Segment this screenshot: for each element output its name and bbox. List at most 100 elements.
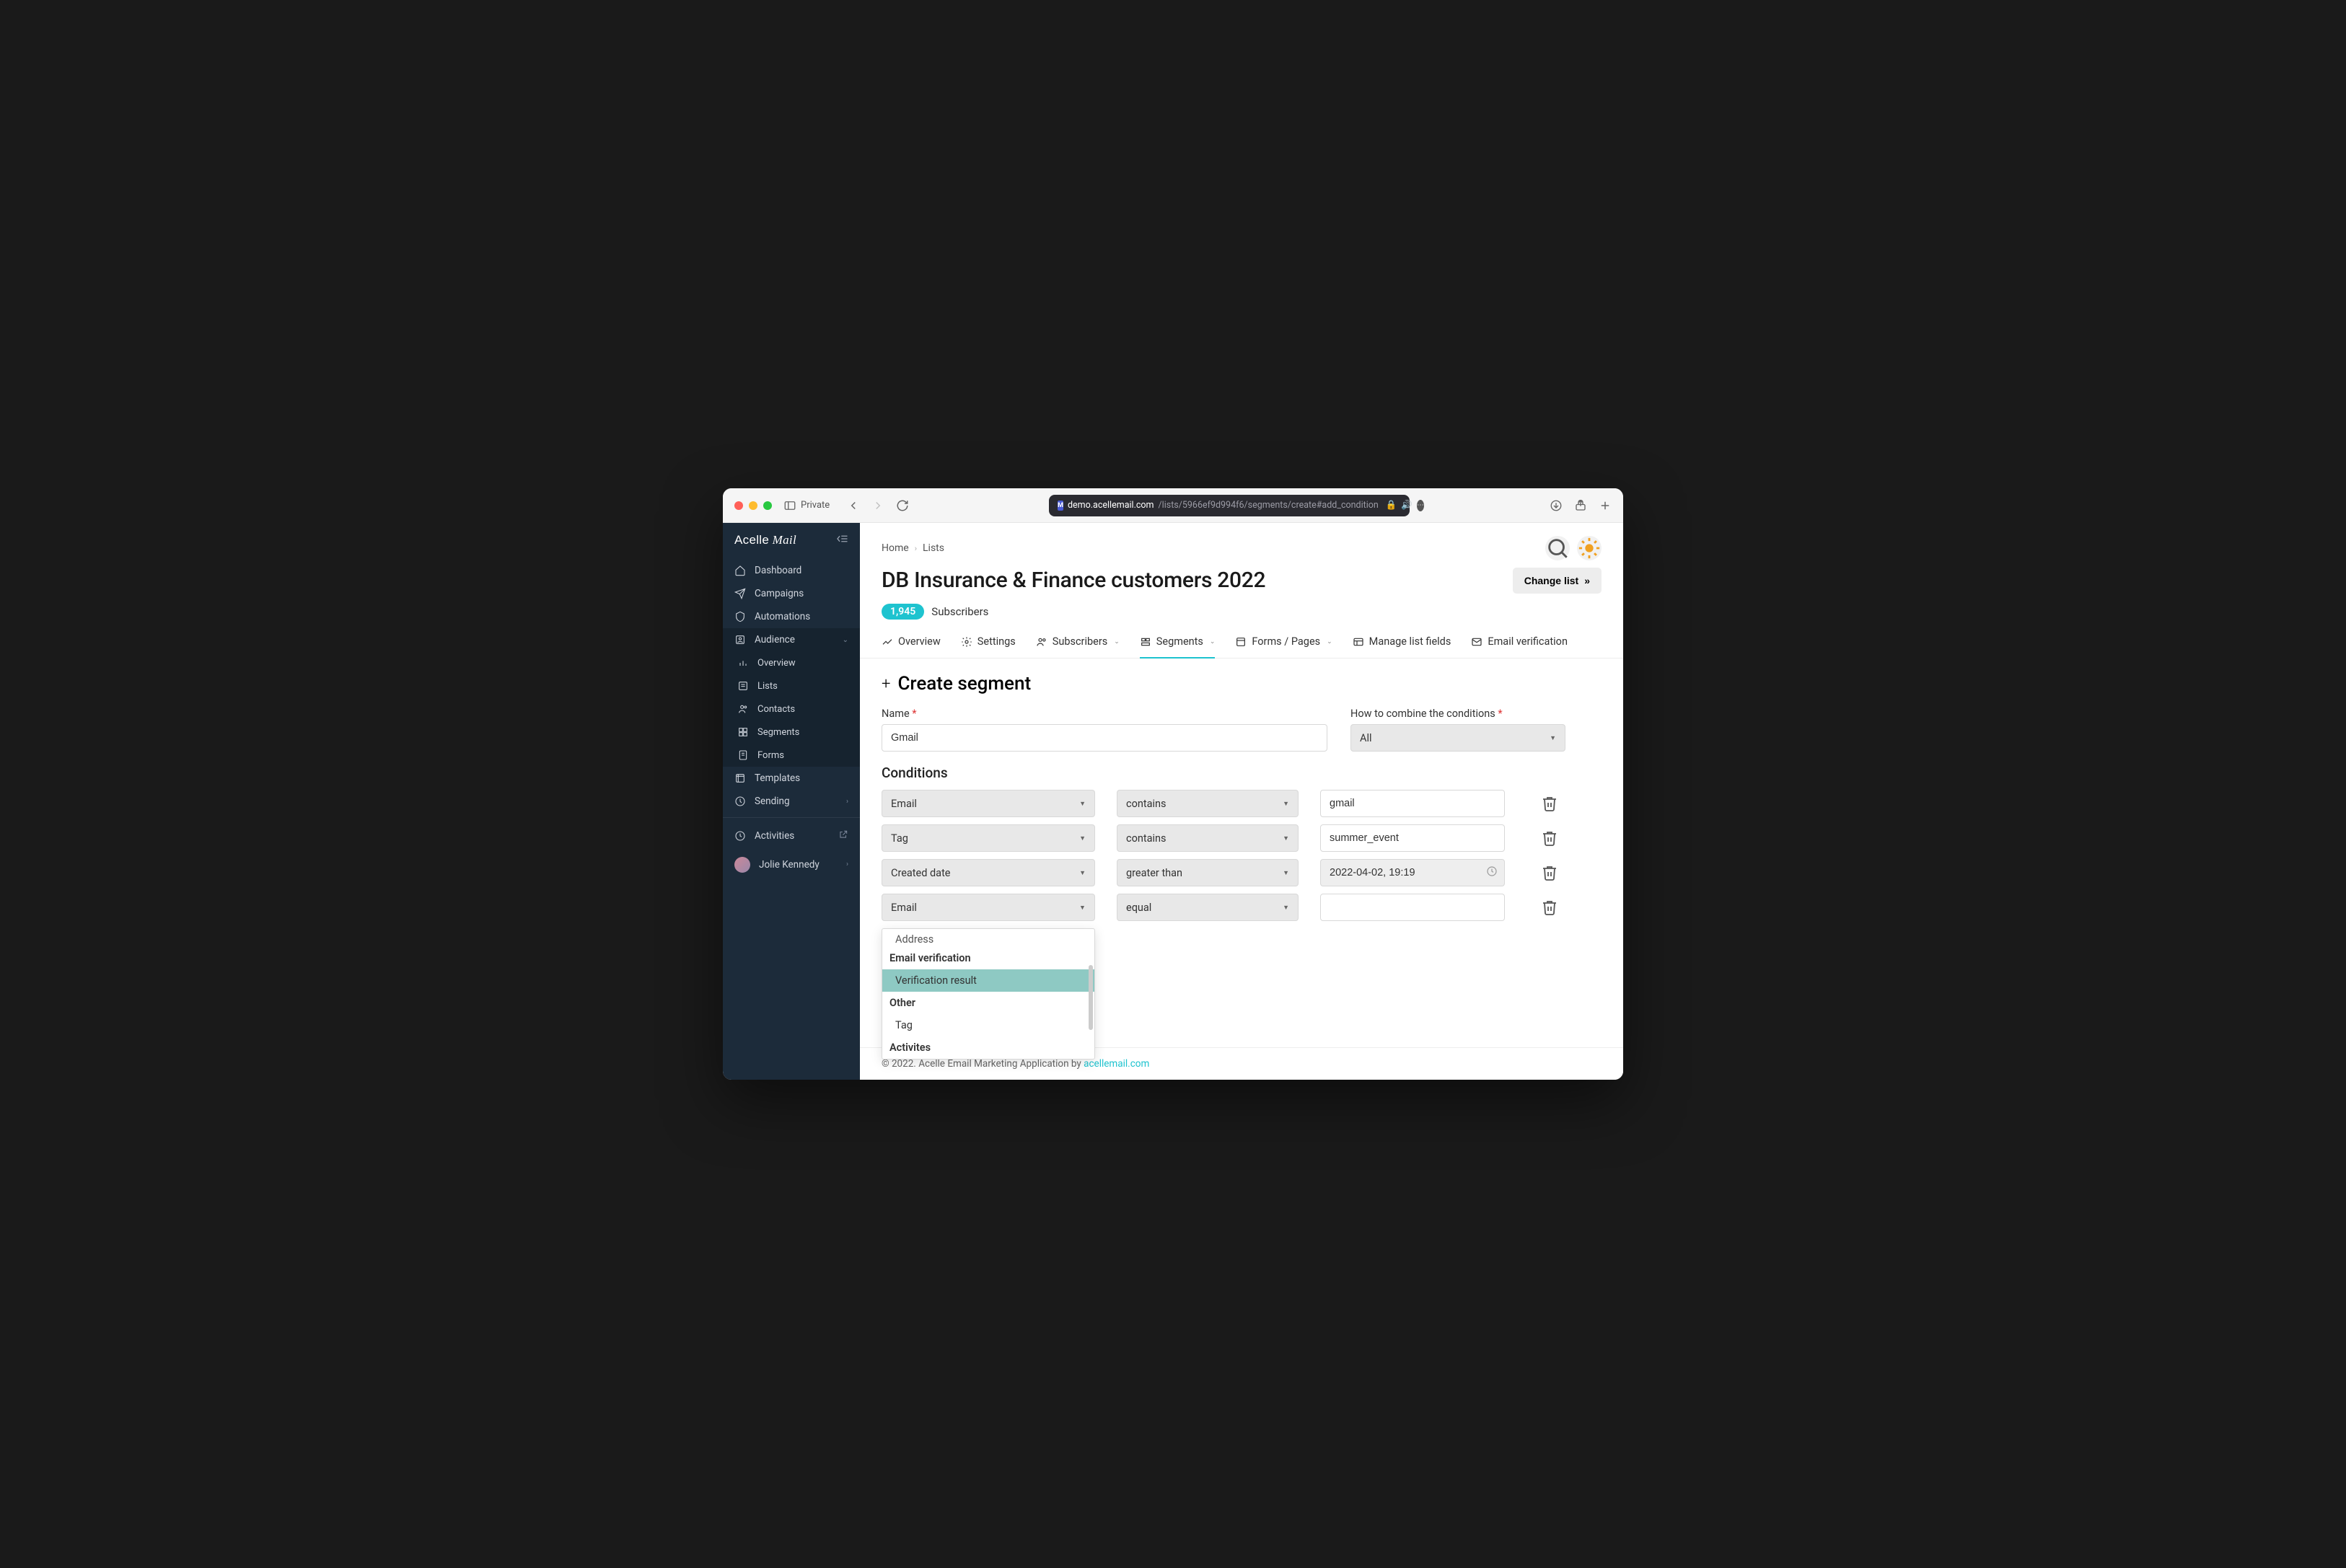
field-dropdown[interactable]: AddressEmail verificationVerification re… [882, 928, 1095, 1060]
tabs: Overview Settings Subscribers⌄ Segments⌄… [860, 620, 1623, 659]
chevron-down-icon: ⌄ [1114, 638, 1120, 646]
delete-condition-button[interactable] [1541, 829, 1558, 847]
fields-icon [1353, 636, 1364, 648]
footer-link[interactable]: acellemail.com [1084, 1058, 1149, 1070]
change-list-button[interactable]: Change list» [1513, 568, 1602, 594]
forward-button[interactable] [871, 499, 884, 512]
page-title: DB Insurance & Finance customers 2022 [882, 568, 1265, 593]
sidebar-toggle[interactable]: Private [783, 499, 830, 512]
url-more-icon[interactable]: ⋯ [1417, 500, 1424, 511]
sidebar-sub-contacts[interactable]: Contacts [723, 697, 860, 721]
sidebar-item-audience[interactable]: Audience⌄ [723, 628, 860, 651]
tab-settings[interactable]: Settings [961, 635, 1016, 658]
dropdown-option[interactable]: Address [882, 929, 1094, 947]
url-box[interactable]: M demo.acellemail.com/lists/5966ef9d994f… [1049, 495, 1410, 516]
close-window-button[interactable] [734, 501, 743, 510]
sidebar-user[interactable]: Jolie Kennedy› [723, 850, 860, 880]
forms-icon [737, 749, 749, 761]
tab-forms[interactable]: Forms / Pages⌄ [1235, 635, 1332, 658]
sidebar-item-campaigns[interactable]: Campaigns [723, 582, 860, 605]
delete-condition-button[interactable] [1541, 795, 1558, 812]
name-input[interactable] [882, 724, 1327, 752]
chevron-icon: ▼ [1079, 869, 1086, 877]
share-button[interactable] [1574, 499, 1587, 512]
reload-button[interactable] [896, 499, 909, 512]
dropdown-option[interactable]: Tag [882, 1014, 1094, 1036]
condition-row: Email▲ equal▼ [882, 894, 1602, 921]
combine-select[interactable]: All▼ [1350, 724, 1565, 752]
search-button[interactable] [1545, 536, 1570, 560]
tab-segments[interactable]: Segments⌄ [1140, 635, 1216, 658]
sidebar-item-dashboard[interactable]: Dashboard [723, 559, 860, 582]
condition-field-select[interactable]: Tag▼ [882, 824, 1095, 852]
condition-field-select[interactable]: Created date▼ [882, 859, 1095, 886]
download-button[interactable] [1550, 499, 1563, 512]
gear-icon [961, 636, 972, 648]
condition-operator-select[interactable]: contains▼ [1117, 790, 1299, 817]
contacts-icon [737, 703, 749, 715]
browser-window: Private M demo.acellemail.com/lists/5966… [723, 488, 1623, 1080]
maximize-window-button[interactable] [763, 501, 772, 510]
sidebar-sub-segments[interactable]: Segments [723, 721, 860, 744]
combine-field: How to combine the conditions * All▼ [1350, 708, 1565, 752]
delete-condition-button[interactable] [1541, 899, 1558, 916]
forms-icon [1235, 636, 1247, 648]
name-field: Name * [882, 708, 1327, 752]
collapse-sidebar-button[interactable] [835, 534, 848, 547]
new-tab-button[interactable] [1599, 499, 1612, 512]
scrollbar[interactable] [1089, 965, 1093, 1030]
breadcrumb-lists[interactable]: Lists [923, 542, 944, 554]
top-actions [1545, 536, 1602, 560]
conditions-title: Conditions [882, 765, 1602, 781]
logo-row: Acelle Mail [723, 523, 860, 555]
list-icon [737, 680, 749, 692]
dropdown-group: Activites [882, 1036, 1094, 1059]
condition-value-input[interactable] [1320, 894, 1505, 921]
condition-field-select[interactable]: Email▼ [882, 790, 1095, 817]
theme-toggle[interactable] [1577, 536, 1602, 560]
minimize-window-button[interactable] [749, 501, 757, 510]
name-label: Name * [882, 708, 1327, 720]
chevron-icon: ▼ [1079, 800, 1086, 808]
tab-manage-fields[interactable]: Manage list fields [1353, 635, 1451, 658]
chevron-down-icon: ⌄ [1327, 638, 1332, 646]
delete-condition-button[interactable] [1541, 864, 1558, 881]
traffic-lights [734, 501, 772, 510]
tab-email-verification[interactable]: Email verification [1471, 635, 1568, 658]
avatar [734, 857, 750, 873]
tab-overview[interactable]: Overview [882, 635, 941, 658]
sidebar-item-integration[interactable]: Integration› [723, 813, 860, 817]
breadcrumb-home[interactable]: Home [882, 542, 909, 554]
templates-icon [734, 772, 746, 784]
sidebar-sub-forms[interactable]: Forms [723, 744, 860, 767]
condition-operator-select[interactable]: greater than▼ [1117, 859, 1299, 886]
dropdown-option[interactable]: Verification result [882, 969, 1094, 992]
sidebar-sub-overview[interactable]: Overview [723, 651, 860, 674]
titlebar: Private M demo.acellemail.com/lists/5966… [723, 488, 1623, 523]
chevron-down-icon: ⌄ [1210, 638, 1216, 646]
sidebar-item-sending[interactable]: Sending› [723, 790, 860, 813]
condition-value-input[interactable] [1320, 790, 1505, 817]
topbar: Home › Lists [860, 523, 1623, 560]
sidebar-activities[interactable]: Activities [723, 822, 860, 850]
condition-operator-select[interactable]: contains▼ [1117, 824, 1299, 852]
chevron-down-icon: ⌄ [843, 636, 848, 644]
chevron-right-icon: › [846, 860, 848, 868]
condition-row: Email▼ contains▼ [882, 790, 1602, 817]
back-button[interactable] [847, 499, 860, 512]
condition-value-input[interactable] [1320, 824, 1505, 852]
condition-field-select[interactable]: Email▲ [882, 894, 1095, 921]
breadcrumb-separator: › [915, 544, 917, 553]
audience-icon [734, 634, 746, 646]
condition-operator-select[interactable]: equal▼ [1117, 894, 1299, 921]
sidebar-item-templates[interactable]: Templates [723, 767, 860, 790]
condition-value-input[interactable] [1320, 859, 1505, 886]
breadcrumb: Home › Lists [882, 542, 944, 554]
subscriber-label: Subscribers [931, 605, 988, 618]
private-label: Private [801, 500, 830, 511]
sidebar-item-automations[interactable]: Automations [723, 605, 860, 628]
url-bar: M demo.acellemail.com/lists/5966ef9d994f… [918, 495, 1541, 516]
content: + Create segment Name * How to combine t… [860, 659, 1623, 1047]
sidebar-sub-lists[interactable]: Lists [723, 674, 860, 697]
tab-subscribers[interactable]: Subscribers⌄ [1036, 635, 1120, 658]
